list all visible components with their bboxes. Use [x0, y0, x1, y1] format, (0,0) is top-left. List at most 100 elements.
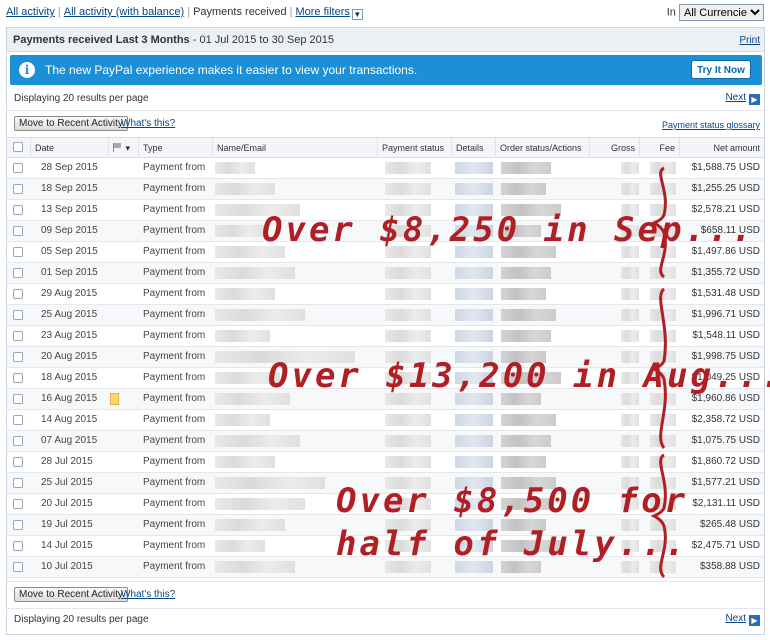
row-date: 10 Jul 2015 [41, 561, 93, 572]
row-checkbox[interactable] [13, 331, 23, 341]
row-type: Payment from [143, 414, 206, 425]
row-checkbox[interactable] [13, 415, 23, 425]
row-type: Payment from [143, 540, 206, 551]
row-date: 14 Aug 2015 [41, 414, 98, 425]
row-date: 20 Jul 2015 [41, 498, 93, 509]
row-date: 28 Sep 2015 [41, 162, 98, 173]
row-net-amount: $1,996.71 USD [691, 309, 760, 320]
row-date: 14 Jul 2015 [41, 540, 93, 551]
redacted-name [215, 225, 265, 237]
redacted-order-status [501, 414, 556, 426]
redacted-status [385, 456, 431, 468]
row-date: 23 Aug 2015 [41, 330, 98, 341]
header-order-status[interactable]: Order status/Actions [496, 138, 590, 158]
redacted-name [215, 162, 255, 174]
row-checkbox[interactable] [13, 226, 23, 236]
next-link[interactable]: Next [725, 613, 746, 624]
print-link[interactable]: Print [739, 35, 760, 46]
row-type: Payment from [143, 183, 206, 194]
redacted-order-status [501, 330, 551, 342]
row-checkbox[interactable] [13, 310, 23, 320]
header-details[interactable]: Details [452, 138, 496, 158]
header-gross[interactable]: Gross [590, 138, 640, 158]
redacted-order-status [501, 309, 556, 321]
redacted-status [385, 414, 431, 426]
redacted-gross [621, 309, 639, 321]
redacted-gross [621, 330, 639, 342]
new-experience-banner: i The new PayPal experience makes it eas… [10, 55, 762, 85]
row-checkbox[interactable] [13, 268, 23, 278]
row-type: Payment from [143, 204, 206, 215]
header-type[interactable]: Type [139, 138, 213, 158]
row-checkbox[interactable] [13, 499, 23, 509]
row-checkbox[interactable] [13, 289, 23, 299]
redacted-status [385, 267, 431, 279]
redacted-details [455, 288, 493, 300]
filter-bar: All activity | All activity (with balance)… [6, 4, 764, 22]
header-net-amount[interactable]: Net amount [680, 138, 764, 158]
header-date[interactable]: Date [31, 138, 109, 158]
select-all-cell [7, 138, 31, 158]
row-checkbox[interactable] [13, 436, 23, 446]
row-checkbox[interactable] [13, 478, 23, 488]
try-it-now-button[interactable]: Try It Now [691, 60, 751, 79]
next-arrow-icon[interactable]: ▶ [749, 94, 760, 105]
row-checkbox[interactable] [13, 541, 23, 551]
row-checkbox[interactable] [13, 163, 23, 173]
row-checkbox[interactable] [13, 394, 23, 404]
redacted-order-status [501, 288, 546, 300]
row-date: 19 Jul 2015 [41, 519, 93, 530]
all-activity-balance-link[interactable]: All activity (with balance) [64, 6, 184, 18]
next-link[interactable]: Next [725, 92, 746, 103]
chevron-down-icon[interactable]: ▼ [351, 9, 363, 20]
row-checkbox[interactable] [13, 352, 23, 362]
row-checkbox[interactable] [13, 562, 23, 572]
separator: | [187, 6, 191, 18]
redacted-name [215, 183, 275, 195]
header-payment-status[interactable]: Payment status [378, 138, 452, 158]
move-to-recent-activity-button[interactable]: Move to Recent Activity [14, 116, 128, 131]
view-links: All activity | All activity (with balance)… [6, 6, 363, 20]
whats-this-link[interactable]: What's this? [121, 118, 175, 129]
redacted-details [455, 330, 493, 342]
redacted-details [455, 309, 493, 321]
more-filters-link[interactable]: More filters [295, 6, 349, 18]
separator: | [57, 6, 61, 18]
next-arrow-icon[interactable]: ▶ [749, 615, 760, 626]
results-info-bottom: Displaying 20 results per page Next ▶ [7, 608, 764, 630]
results-per-page-text: Displaying 20 results per page [14, 614, 149, 625]
redacted-name [215, 498, 305, 510]
redacted-name [215, 414, 270, 426]
select-all-checkbox[interactable] [13, 142, 23, 152]
currency-select[interactable]: All Currencies [679, 4, 764, 21]
row-net-amount: $2,131.11 USD [692, 498, 760, 509]
row-type: Payment from [143, 519, 206, 530]
redacted-name [215, 561, 295, 573]
all-activity-link[interactable]: All activity [6, 6, 55, 18]
redacted-name [215, 456, 275, 468]
row-date: 16 Aug 2015 [41, 393, 98, 404]
row-net-amount: $1,548.11 USD [692, 330, 760, 341]
redacted-details [455, 162, 493, 174]
annotation-july-line1: Over $8,500 for [336, 481, 689, 521]
row-checkbox[interactable] [13, 373, 23, 383]
redacted-gross [621, 267, 639, 279]
whats-this-link[interactable]: What's this? [121, 589, 175, 600]
move-to-recent-activity-button[interactable]: Move to Recent Activity [14, 587, 128, 602]
row-checkbox[interactable] [13, 247, 23, 257]
row-date: 09 Sep 2015 [41, 225, 98, 236]
header-flag[interactable]: ▾ [109, 138, 139, 158]
payment-status-glossary-link[interactable]: Payment status glossary [662, 120, 760, 130]
note-icon[interactable] [110, 393, 119, 405]
row-checkbox[interactable] [13, 184, 23, 194]
annotation-brace-july [650, 453, 667, 579]
header-name-email[interactable]: Name/Email [213, 138, 378, 158]
redacted-order-status [501, 162, 551, 174]
row-net-amount: $1,577.21 USD [691, 477, 760, 488]
row-date: 07 Aug 2015 [41, 435, 98, 446]
header-fee[interactable]: Fee [640, 138, 680, 158]
row-checkbox[interactable] [13, 520, 23, 530]
row-checkbox[interactable] [13, 205, 23, 215]
row-checkbox[interactable] [13, 457, 23, 467]
redacted-gross [621, 456, 639, 468]
